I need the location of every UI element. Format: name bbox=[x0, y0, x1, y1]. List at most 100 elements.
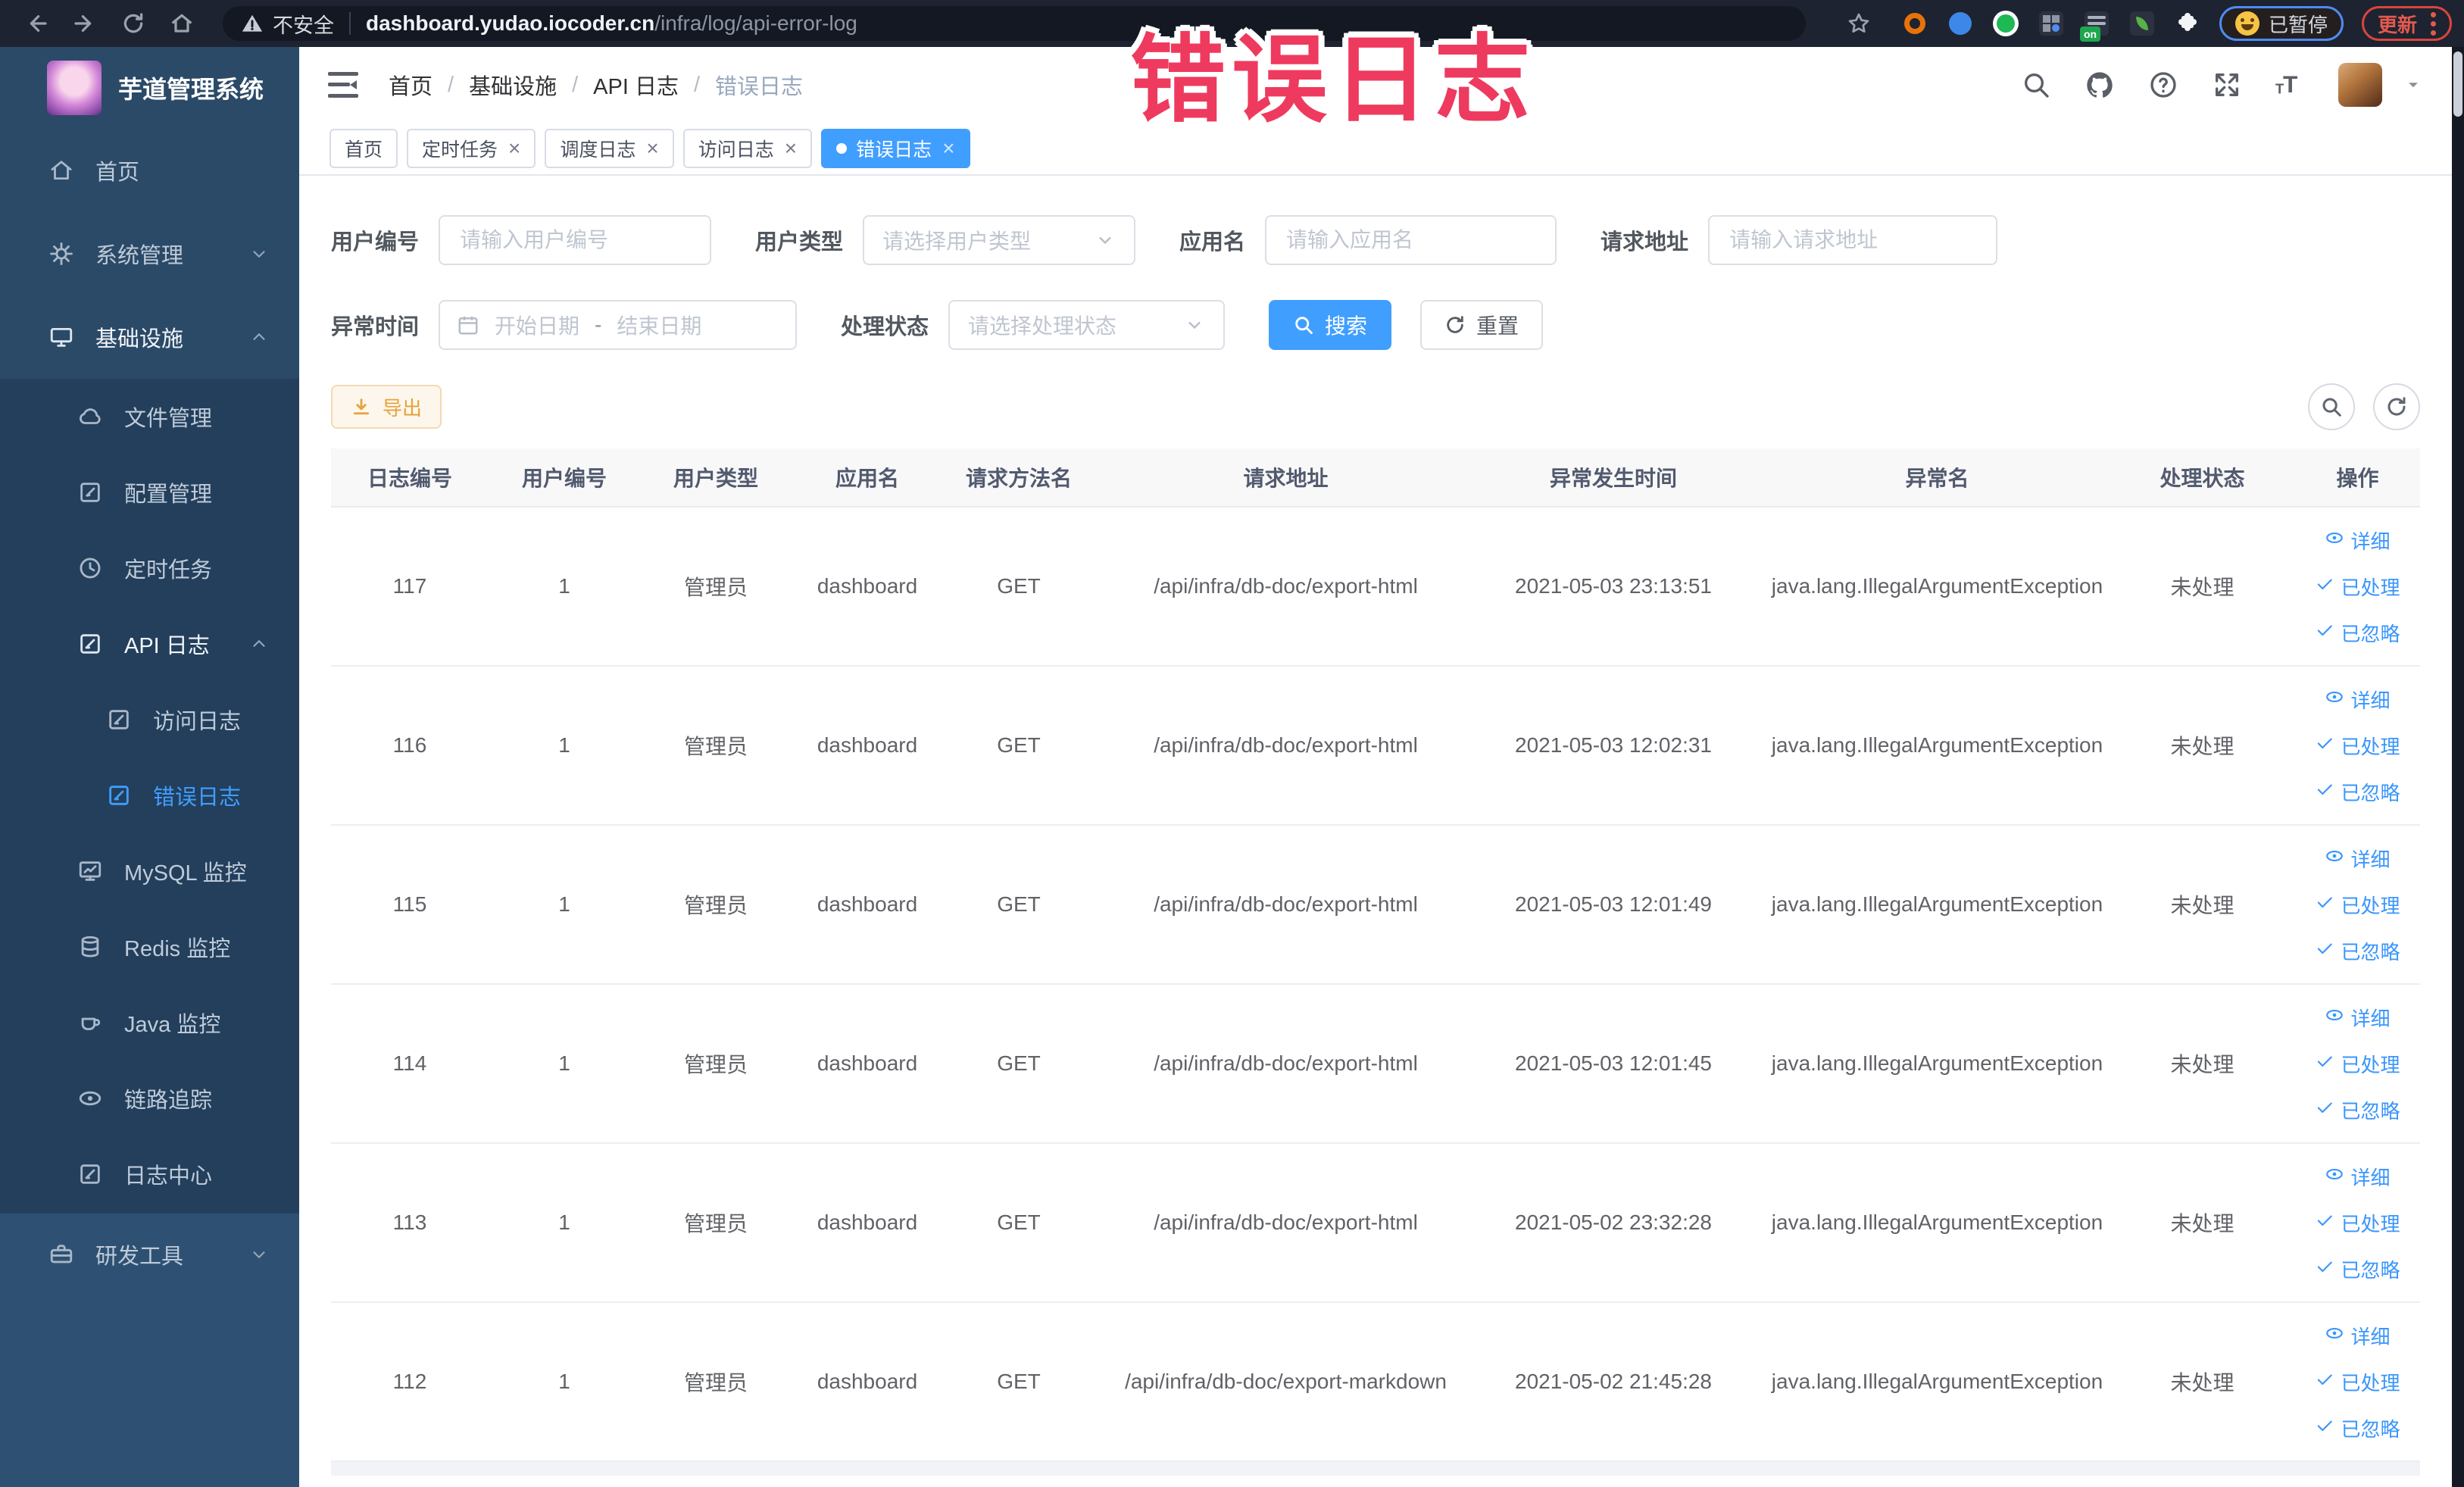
close-icon[interactable]: × bbox=[785, 138, 797, 159]
column-header: 日志编号 bbox=[367, 467, 452, 490]
help-icon[interactable] bbox=[2147, 69, 2179, 101]
scrollbar-thumb[interactable] bbox=[2453, 52, 2462, 117]
row-action-详细[interactable]: 详细 bbox=[2325, 845, 2391, 873]
fullscreen-icon[interactable] bbox=[2211, 69, 2243, 101]
back-icon[interactable] bbox=[21, 8, 52, 39]
close-icon[interactable]: × bbox=[646, 138, 658, 159]
cell-exception: java.lang.IllegalArgumentException bbox=[1771, 892, 2103, 916]
tab-3[interactable]: 访问日志 × bbox=[682, 129, 813, 168]
user-type-select[interactable]: 请选择用户类型 bbox=[863, 215, 1136, 265]
refresh-icon[interactable] bbox=[2373, 383, 2420, 430]
ext-orange-ring-icon[interactable] bbox=[1901, 10, 1928, 37]
date-end-placeholder: 结束日期 bbox=[617, 314, 702, 338]
cell-actions: 详细 已处理 已忽略 bbox=[2280, 1322, 2435, 1442]
breadcrumb-item[interactable]: 首页 bbox=[389, 69, 433, 101]
row-action-已忽略[interactable]: 已忽略 bbox=[2315, 1255, 2400, 1283]
ext-grid-icon[interactable] bbox=[2038, 10, 2065, 37]
row-action-label: 已处理 bbox=[2341, 1053, 2400, 1076]
forward-icon[interactable] bbox=[70, 8, 100, 39]
row-action-已忽略[interactable]: 已忽略 bbox=[2315, 1414, 2400, 1442]
sidebar-item-0[interactable]: 首页 bbox=[0, 129, 299, 212]
ext-green-circle-icon[interactable] bbox=[1992, 10, 2019, 37]
row-action-详细[interactable]: 详细 bbox=[2325, 1322, 2391, 1350]
row-action-已忽略[interactable]: 已忽略 bbox=[2315, 778, 2400, 806]
paused-chip[interactable]: 已暂停 bbox=[2219, 6, 2344, 41]
check-icon bbox=[2315, 779, 2334, 804]
row-action-label: 详细 bbox=[2350, 1166, 2391, 1189]
check-icon bbox=[2315, 1211, 2334, 1236]
tab-2[interactable]: 调度日志 × bbox=[545, 129, 674, 168]
row-action-label: 已忽略 bbox=[2341, 781, 2400, 804]
ext-leaf-icon[interactable] bbox=[2128, 10, 2156, 37]
extension-on-badge: on bbox=[2079, 27, 2101, 42]
paused-chip-label: 已暂停 bbox=[2268, 13, 2328, 36]
check-icon bbox=[2315, 1098, 2334, 1123]
sidebar-collapse-icon[interactable] bbox=[328, 72, 358, 98]
toggle-search-icon[interactable] bbox=[2308, 383, 2355, 430]
home-icon[interactable] bbox=[167, 8, 197, 39]
row-action-已忽略[interactable]: 已忽略 bbox=[2315, 619, 2400, 647]
update-chip[interactable]: 更新 bbox=[2361, 6, 2452, 41]
row-action-详细[interactable]: 详细 bbox=[2325, 686, 2391, 714]
sidebar-item-5[interactable]: 定时任务 bbox=[0, 530, 299, 606]
row-action-已忽略[interactable]: 已忽略 bbox=[2315, 937, 2400, 965]
sidebar-item-12[interactable]: 链路追踪 bbox=[0, 1061, 299, 1136]
sidebar-item-11[interactable]: Java 监控 bbox=[0, 985, 299, 1061]
edit-icon bbox=[77, 480, 103, 505]
app-name-input[interactable] bbox=[1265, 215, 1557, 265]
user-id-input[interactable] bbox=[439, 215, 712, 265]
chevron-down-icon[interactable] bbox=[2403, 75, 2423, 95]
tab-4[interactable]: 错误日志 × bbox=[821, 129, 970, 168]
browser-menu-icon[interactable] bbox=[2431, 11, 2436, 36]
tab-0[interactable]: 首页 bbox=[329, 129, 398, 168]
row-action-label: 已处理 bbox=[2341, 894, 2400, 917]
reset-button[interactable]: 重置 bbox=[1420, 300, 1544, 350]
sidebar-item-8[interactable]: 错误日志 bbox=[0, 758, 299, 833]
request-url-input[interactable] bbox=[1708, 215, 1998, 265]
extensions-puzzle-icon[interactable] bbox=[2174, 10, 2201, 37]
row-action-详细[interactable]: 详细 bbox=[2325, 1004, 2391, 1032]
reload-icon[interactable] bbox=[118, 8, 148, 39]
status-select[interactable]: 请选择处理状态 bbox=[948, 300, 1226, 350]
sidebar-item-7[interactable]: 访问日志 bbox=[0, 682, 299, 758]
sidebar-item-3[interactable]: 文件管理 bbox=[0, 379, 299, 455]
sidebar-item-14[interactable]: 研发工具 bbox=[0, 1212, 299, 1295]
sidebar-item-9[interactable]: MySQL 监控 bbox=[0, 833, 299, 909]
ext-on-switch-icon[interactable]: on bbox=[2079, 10, 2110, 42]
row-action-已处理[interactable]: 已处理 bbox=[2315, 1050, 2400, 1078]
row-action-详细[interactable]: 详细 bbox=[2325, 526, 2391, 555]
close-icon[interactable]: × bbox=[508, 138, 520, 159]
ext-blue-shield-icon[interactable] bbox=[1947, 10, 1974, 37]
font-size-icon[interactable]: TT bbox=[2275, 69, 2306, 101]
avatar[interactable] bbox=[2338, 63, 2382, 107]
logo-row[interactable]: 芋道管理系统 bbox=[0, 47, 299, 129]
sidebar-item-10[interactable]: Redis 监控 bbox=[0, 909, 299, 985]
breadcrumb-item[interactable]: API 日志 bbox=[593, 69, 679, 101]
row-action-已处理[interactable]: 已处理 bbox=[2315, 732, 2400, 760]
export-button[interactable]: 导出 bbox=[331, 385, 442, 429]
page-scrollbar[interactable] bbox=[2452, 47, 2464, 1487]
sidebar-item-2[interactable]: 基础设施 bbox=[0, 295, 299, 379]
search-icon[interactable] bbox=[2020, 69, 2052, 101]
search-button[interactable]: 搜索 bbox=[1269, 300, 1392, 350]
exception-time-range-picker[interactable]: 开始日期 - 结束日期 bbox=[439, 300, 798, 350]
bookmark-star-icon[interactable] bbox=[1844, 8, 1874, 39]
clock-icon bbox=[77, 555, 103, 581]
row-action-已处理[interactable]: 已处理 bbox=[2315, 573, 2400, 601]
sidebar-item-4[interactable]: 配置管理 bbox=[0, 455, 299, 530]
github-icon[interactable] bbox=[2084, 69, 2116, 101]
breadcrumb-item[interactable]: 基础设施 bbox=[469, 69, 557, 101]
sidebar-item-13[interactable]: 日志中心 bbox=[0, 1136, 299, 1212]
tab-1[interactable]: 定时任务 × bbox=[407, 129, 536, 168]
sidebar-item-6[interactable]: API 日志 bbox=[0, 606, 299, 682]
calendar-icon bbox=[457, 314, 479, 336]
address-bar[interactable]: 不安全 dashboard.yudao.iocoder.cn/infra/log… bbox=[223, 6, 1806, 41]
row-action-已处理[interactable]: 已处理 bbox=[2315, 891, 2400, 919]
sidebar-item-1[interactable]: 系统管理 bbox=[0, 212, 299, 295]
close-icon[interactable]: × bbox=[942, 138, 954, 159]
row-action-已处理[interactable]: 已处理 bbox=[2315, 1209, 2400, 1237]
cell-id: 113 bbox=[392, 1211, 427, 1234]
row-action-已忽略[interactable]: 已忽略 bbox=[2315, 1096, 2400, 1124]
row-action-已处理[interactable]: 已处理 bbox=[2315, 1368, 2400, 1396]
row-action-详细[interactable]: 详细 bbox=[2325, 1163, 2391, 1191]
